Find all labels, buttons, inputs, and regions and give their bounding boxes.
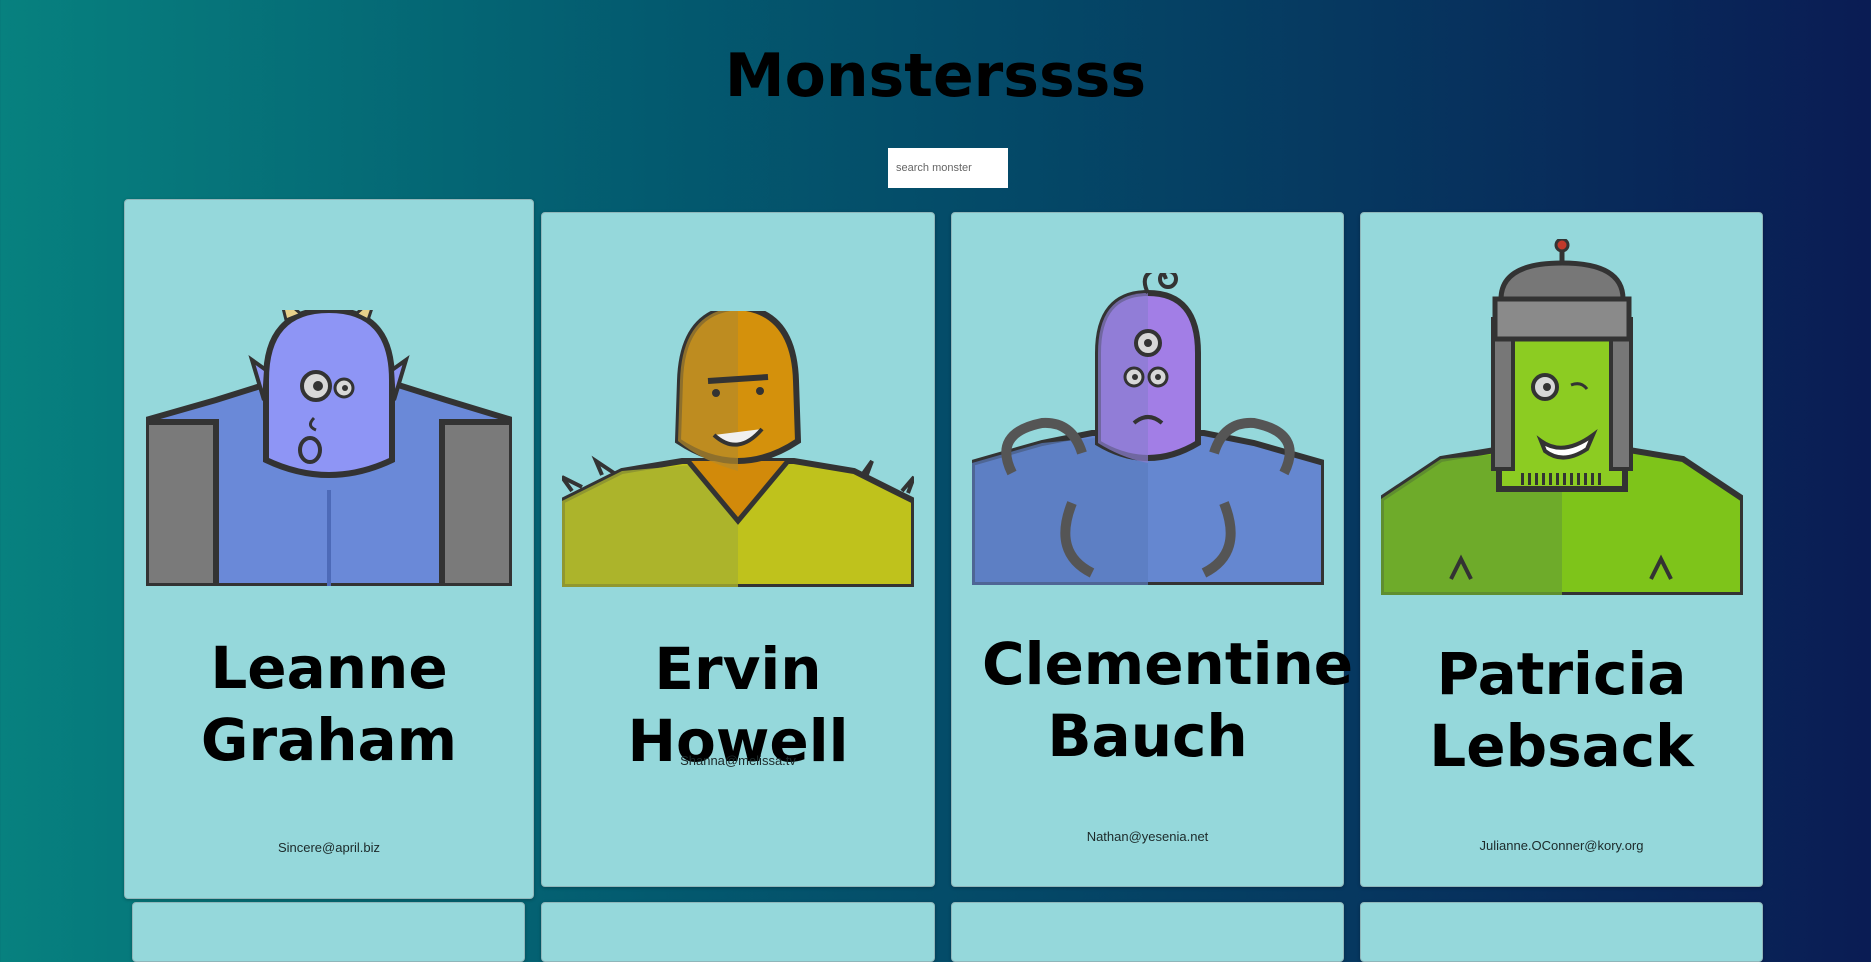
- monster-email: Sincere@april.biz: [277, 840, 381, 855]
- monster-name: Leanne Graham: [200, 634, 458, 774]
- search-input[interactable]: [888, 148, 1008, 188]
- monster-card[interactable]: [541, 902, 935, 962]
- monster-email: Shanna@melissa.tv: [680, 753, 796, 768]
- monster-email: Julianne.OConner@kory.org: [1479, 838, 1644, 853]
- monster-card[interactable]: Leanne Graham Sincere@april.biz: [124, 199, 534, 899]
- monster-avatar-image: [562, 311, 914, 587]
- monster-name: Patricia Lebsack: [1429, 640, 1694, 780]
- monster-name: Clementine Bauch: [982, 630, 1354, 770]
- monster-card[interactable]: [1360, 902, 1763, 962]
- monster-email: Nathan@yesenia.net: [1086, 829, 1209, 844]
- monster-card[interactable]: [132, 902, 525, 962]
- monster-card[interactable]: [951, 902, 1344, 962]
- monster-avatar-image: [1381, 239, 1743, 595]
- monster-avatar-image: [146, 310, 512, 586]
- monster-card[interactable]: Clementine Bauch Nathan@yesenia.net: [951, 212, 1354, 887]
- monster-card[interactable]: Ervin Howell Shanna@melissa.tv: [541, 212, 935, 887]
- page-title: Monsterssss: [724, 41, 1147, 111]
- monster-avatar-image: [972, 273, 1324, 585]
- monster-card[interactable]: Patricia Lebsack Julianne.OConner@kory.o…: [1360, 212, 1763, 887]
